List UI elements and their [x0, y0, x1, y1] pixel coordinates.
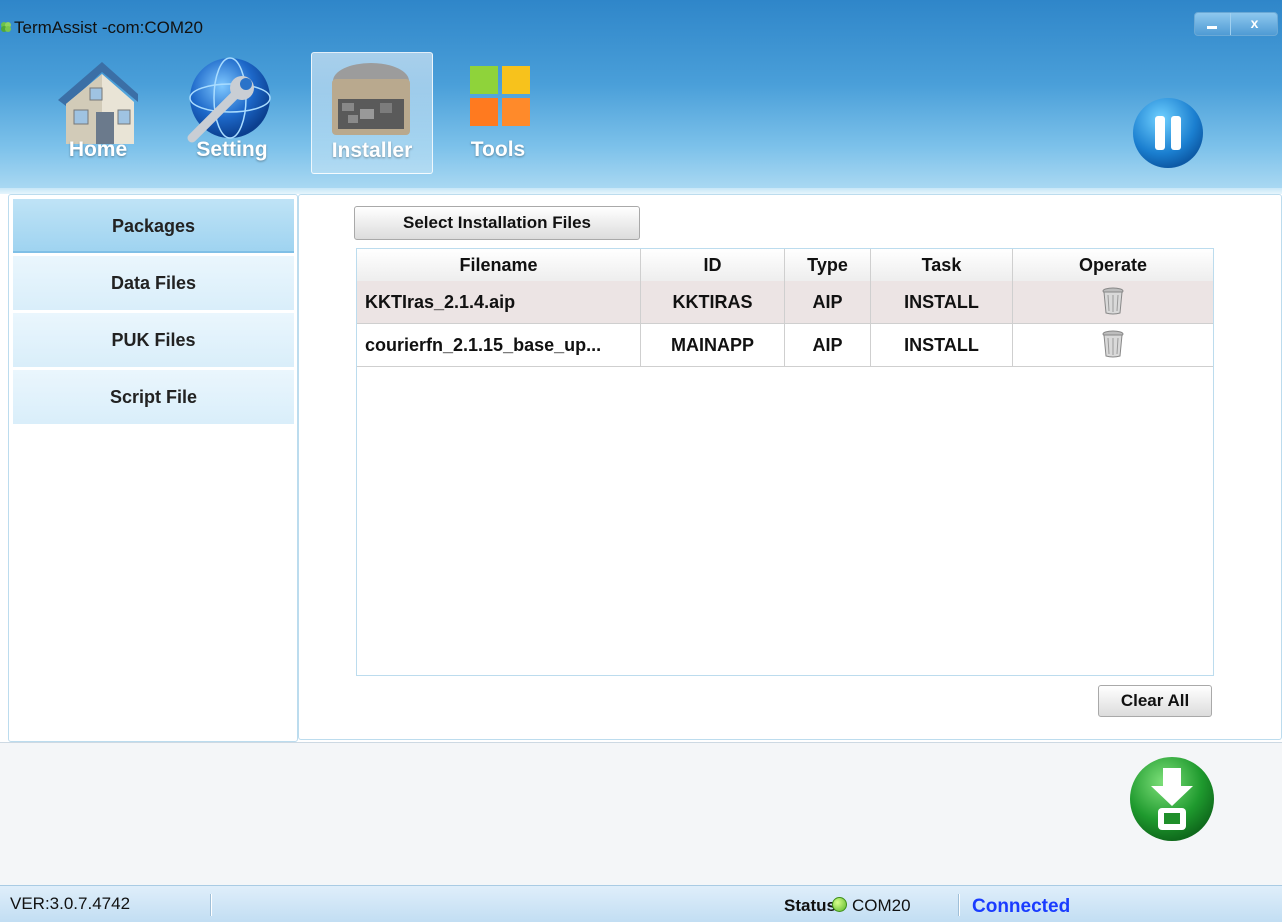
- status-separator: [210, 894, 212, 916]
- app-window: TermAssist -com:COM20 x Home Setting Ins…: [0, 0, 1282, 922]
- minimize-icon[interactable]: [1195, 13, 1229, 35]
- window-controls: x: [1194, 12, 1278, 36]
- nav-tools-label: Tools: [470, 138, 526, 161]
- select-installation-files-button[interactable]: Select Installation Files: [354, 206, 640, 240]
- sidebar-item-data-files[interactable]: Data Files: [13, 256, 294, 310]
- nav-installer-label: Installer: [331, 139, 413, 162]
- nav-tools-button[interactable]: Tools: [438, 52, 558, 172]
- nav-setting-button[interactable]: Setting: [172, 52, 292, 172]
- sidebar-item-script-file[interactable]: Script File: [13, 370, 294, 424]
- sidebar: Packages Data Files PUK Files Script Fil…: [8, 194, 298, 742]
- window-title: TermAssist -com:COM20: [14, 18, 203, 37]
- globe-wrench-icon: [187, 57, 271, 143]
- trash-icon[interactable]: [1101, 287, 1125, 315]
- header-toolbar: TermAssist -com:COM20 x Home Setting Ins…: [0, 0, 1282, 188]
- status-bar: VER:3.0.7.4742 Status: COM20 Connected: [0, 885, 1282, 922]
- table-row[interactable]: courierfn_2.1.15_base_up... MAINAPP AIP …: [357, 324, 1213, 367]
- trash-icon[interactable]: [1101, 330, 1125, 358]
- column-header-task[interactable]: Task: [871, 249, 1013, 281]
- action-area: [0, 742, 1282, 885]
- cell-filename: KKTIras_2.1.4.aip: [357, 281, 641, 323]
- connection-status: Connected: [972, 896, 1071, 917]
- packages-table: Filename ID Type Task Operate KKTIras_2.…: [356, 248, 1214, 676]
- column-header-type[interactable]: Type: [785, 249, 871, 281]
- download-install-icon[interactable]: [1127, 754, 1217, 844]
- column-header-operate[interactable]: Operate: [1013, 249, 1213, 281]
- cell-id: KKTIRAS: [641, 281, 785, 323]
- sidebar-item-puk-files[interactable]: PUK Files: [13, 313, 294, 367]
- cell-task: INSTALL: [871, 281, 1013, 323]
- cell-task: INSTALL: [871, 324, 1013, 366]
- cell-id: MAINAPP: [641, 324, 785, 366]
- status-indicator-icon: [832, 897, 847, 912]
- installer-box-icon: [332, 63, 410, 135]
- close-icon[interactable]: x: [1230, 13, 1278, 35]
- port-label: COM20: [852, 896, 911, 915]
- version-label: VER:3.0.7.4742: [10, 894, 131, 913]
- column-header-filename[interactable]: Filename: [357, 249, 641, 281]
- nav-setting-label: Setting: [196, 138, 268, 161]
- nav-home-button[interactable]: Home: [38, 52, 158, 172]
- pause-icon[interactable]: [1131, 96, 1205, 170]
- column-header-id[interactable]: ID: [641, 249, 785, 281]
- table-row[interactable]: KKTIras_2.1.4.aip KKTIRAS AIP INSTALL: [357, 281, 1213, 324]
- cell-operate: [1013, 281, 1213, 323]
- sidebar-item-packages[interactable]: Packages: [13, 199, 294, 253]
- nav-installer-button[interactable]: Installer: [311, 52, 433, 174]
- tools-tiles-icon: [470, 66, 530, 126]
- nav-home-label: Home: [68, 138, 128, 161]
- cell-filename: courierfn_2.1.15_base_up...: [357, 324, 641, 366]
- cell-type: AIP: [785, 281, 871, 323]
- app-logo-icon: [1, 22, 11, 32]
- table-header: Filename ID Type Task Operate: [357, 249, 1213, 282]
- clear-all-button[interactable]: Clear All: [1098, 685, 1212, 717]
- status-separator: [958, 894, 960, 916]
- house-icon: [58, 62, 138, 144]
- cell-operate: [1013, 324, 1213, 366]
- cell-type: AIP: [785, 324, 871, 366]
